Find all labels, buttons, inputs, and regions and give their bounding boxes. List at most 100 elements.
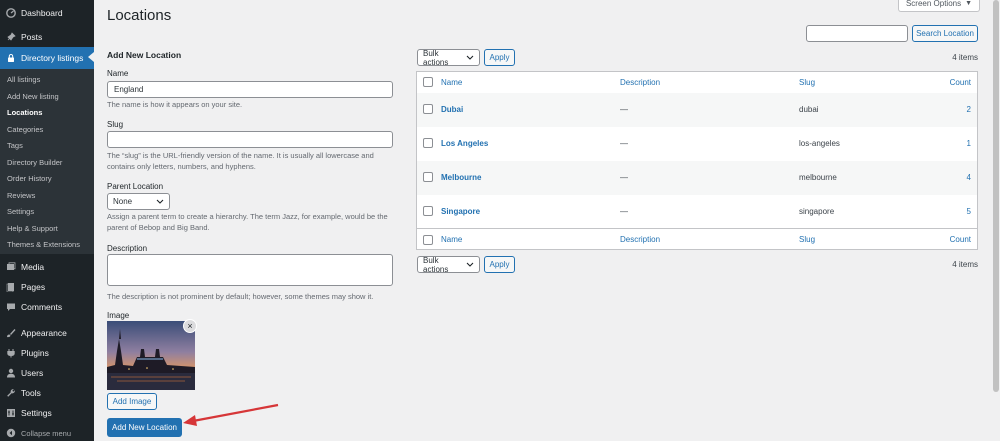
slug-description-line-2: contains only letters, numbers, and hyph… — [107, 162, 256, 171]
wrench-icon — [6, 388, 16, 398]
menu-label: Dashboard — [21, 8, 63, 18]
table-header: Name Description Slug Count — [417, 72, 977, 94]
column-name[interactable]: Name — [441, 78, 462, 87]
add-image-button[interactable]: Add Image — [107, 393, 157, 410]
apply-button-bottom[interactable]: Apply — [484, 256, 515, 273]
menu-users[interactable]: Users — [0, 363, 94, 383]
bulk-actions-select[interactable]: Bulk actions — [417, 48, 480, 67]
table-row: Singapore — singapore 5 — [417, 195, 977, 229]
description-textarea[interactable] — [107, 254, 393, 286]
column-count[interactable]: Count — [927, 78, 971, 87]
sliders-icon — [6, 408, 16, 418]
row-checkbox[interactable] — [423, 206, 433, 216]
menu-plugins[interactable]: Plugins — [0, 343, 94, 363]
search-location-button[interactable]: Search Location — [912, 25, 978, 42]
column-description[interactable]: Description — [620, 235, 660, 244]
menu-directory-listings[interactable]: Directory listings — [0, 47, 94, 69]
admin-sidebar: Dashboard Posts Directory listings All l… — [0, 0, 94, 441]
menu-label: Plugins — [21, 348, 49, 358]
media-icon — [6, 262, 16, 272]
name-label: Name — [107, 69, 129, 78]
row-name-link[interactable]: Singapore — [441, 207, 480, 216]
slug-label: Slug — [107, 120, 124, 129]
submenu-categories[interactable]: Categories — [7, 125, 43, 134]
caret-down-icon: ▼ — [965, 0, 973, 7]
select-all-checkbox[interactable] — [423, 77, 433, 87]
submenu-settings[interactable]: Settings — [7, 207, 34, 216]
pages-icon — [6, 282, 16, 292]
row-name-link[interactable]: Melbourne — [441, 173, 481, 182]
menu-appearance[interactable]: Appearance — [0, 323, 94, 343]
column-slug[interactable]: Slug — [799, 78, 815, 87]
menu-settings[interactable]: Settings — [0, 403, 94, 423]
submenu-locations[interactable]: Locations — [7, 108, 42, 117]
table-row: Melbourne — melbourne 4 — [417, 161, 977, 195]
column-name[interactable]: Name — [441, 235, 462, 244]
screen-options-button[interactable]: Screen Options ▼ — [898, 0, 980, 12]
scrollbar-thumb[interactable] — [993, 0, 999, 392]
menu-label: Settings — [21, 408, 52, 418]
menu-label: Users — [21, 368, 44, 378]
row-count-link[interactable]: 1 — [927, 139, 971, 148]
image-label: Image — [107, 311, 130, 320]
menu-comments[interactable]: Comments — [0, 297, 94, 317]
lock-icon — [6, 53, 16, 63]
name-input-value: England — [114, 85, 144, 94]
comment-icon — [6, 302, 16, 312]
column-count[interactable]: Count — [927, 235, 971, 244]
row-count-link[interactable]: 2 — [927, 105, 971, 114]
row-checkbox[interactable] — [423, 104, 433, 114]
row-description: — — [620, 105, 628, 114]
search-input[interactable] — [806, 25, 908, 42]
row-slug: singapore — [799, 207, 835, 216]
menu-label: Directory listings — [21, 53, 84, 63]
parent-location-label: Parent Location — [107, 182, 164, 191]
row-slug: melbourne — [799, 173, 837, 182]
row-count-link[interactable]: 4 — [927, 173, 971, 182]
submenu-directory-builder[interactable]: Directory Builder — [7, 158, 62, 167]
select-all-checkbox[interactable] — [423, 235, 433, 245]
row-name-link[interactable]: Dubai — [441, 105, 463, 114]
submenu-themes-extensions[interactable]: Themes & Extensions — [7, 240, 80, 249]
bulk-actions-select-bottom[interactable]: Bulk actions — [417, 256, 480, 274]
name-input[interactable]: England — [107, 81, 393, 98]
row-description: — — [620, 207, 628, 216]
row-name-link[interactable]: Los Angeles — [441, 139, 488, 148]
column-slug[interactable]: Slug — [799, 235, 815, 244]
brush-icon — [6, 328, 16, 338]
bulk-actions-value: Bulk actions — [423, 48, 449, 67]
menu-dashboard[interactable]: Dashboard — [0, 3, 94, 23]
locations-table: Name Description Slug Count Dubai — duba… — [416, 71, 978, 250]
collapse-icon — [6, 428, 16, 438]
column-description[interactable]: Description — [620, 78, 660, 87]
submenu-order-history[interactable]: Order History — [7, 174, 52, 183]
submenu-reviews[interactable]: Reviews — [7, 191, 35, 200]
slug-input[interactable] — [107, 131, 393, 148]
remove-image-close-icon[interactable]: × — [183, 319, 197, 333]
screen-options-label: Screen Options — [905, 0, 962, 8]
menu-label: Tools — [21, 388, 41, 398]
submenu-help-support[interactable]: Help & Support — [7, 224, 58, 233]
page-scrollbar[interactable] — [992, 0, 1000, 441]
row-checkbox[interactable] — [423, 138, 433, 148]
parent-location-select[interactable]: None — [107, 193, 170, 210]
menu-label: Collapse menu — [21, 428, 72, 438]
parent-location-value: None — [113, 197, 133, 206]
location-image-thumbnail — [107, 321, 195, 390]
row-count-link[interactable]: 5 — [927, 207, 971, 216]
menu-pages[interactable]: Pages — [0, 277, 94, 297]
row-checkbox[interactable] — [423, 172, 433, 182]
submenu-add-new-listing[interactable]: Add New listing — [7, 92, 59, 101]
submenu-tags[interactable]: Tags — [7, 141, 23, 150]
add-new-location-button[interactable]: Add New Location — [107, 418, 182, 437]
apply-button[interactable]: Apply — [484, 49, 515, 66]
menu-posts[interactable]: Posts — [0, 27, 94, 47]
menu-collapse[interactable]: Collapse menu — [0, 423, 94, 441]
user-icon — [6, 368, 16, 378]
submenu-all-listings[interactable]: All listings — [7, 75, 40, 84]
menu-label: Comments — [21, 302, 63, 312]
menu-tools[interactable]: Tools — [0, 383, 94, 403]
annotation-arrow-icon — [183, 403, 279, 426]
menu-media[interactable]: Media — [0, 257, 94, 277]
menu-label: Posts — [21, 32, 43, 42]
